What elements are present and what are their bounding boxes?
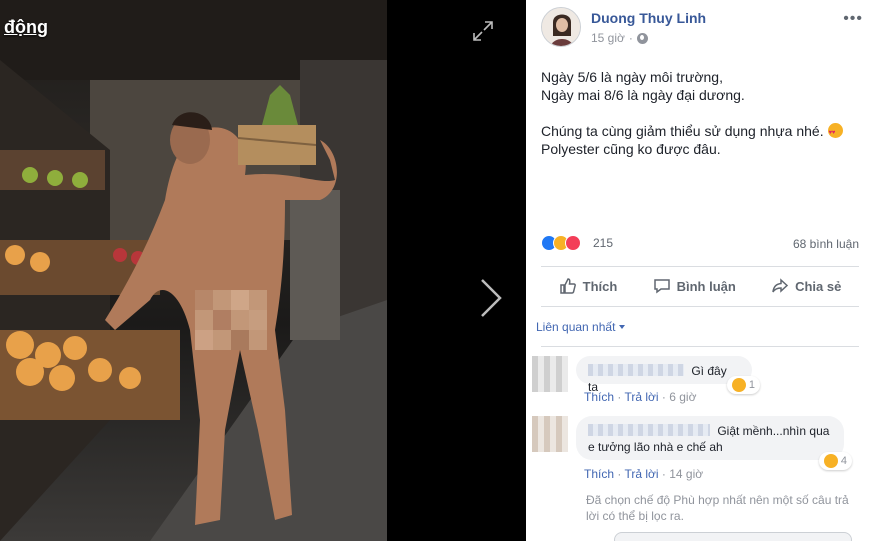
reaction-count[interactable]: 215 [593, 236, 613, 250]
post-actions: Thích Bình luận Chia sẻ [541, 268, 859, 304]
commenter-avatar[interactable] [532, 416, 568, 452]
post-meta: 15 giờ · [591, 31, 648, 45]
post-line: Polyester cũng ko được đâu. [541, 141, 721, 157]
post-time[interactable]: 15 giờ [591, 31, 625, 45]
comment-button[interactable]: Bình luận [653, 277, 736, 295]
chevron-right-icon[interactable] [478, 276, 504, 320]
post-line: Ngày mai 8/6 là ngày đại dương. [541, 87, 745, 103]
comment-sort-dropdown[interactable]: Liên quan nhất [536, 320, 626, 334]
expand-icon[interactable] [472, 20, 494, 42]
comment-links: Thích · Trả lời · 6 giờ [584, 390, 697, 404]
comment-reply-link[interactable]: Trả lời [624, 390, 658, 404]
comment-reaction-count: 4 [840, 455, 847, 467]
comment-reactions[interactable]: 4 [818, 452, 852, 470]
comment-like-link[interactable]: Thích [584, 390, 614, 404]
post-line: Ngày 5/6 là ngày môi trường, [541, 69, 723, 85]
photo-viewer: động [0, 0, 526, 541]
commenter-name-blurred[interactable] [588, 364, 684, 376]
post-line: Chúng ta cùng giảm thiểu sử dụng nhựa nh… [541, 123, 824, 139]
photo-overlay-text[interactable]: động [4, 17, 48, 38]
post-panel: Duong Thuy Linh 15 giờ · ••• Ngày 5/6 là… [526, 0, 873, 541]
commenter-avatar[interactable] [532, 356, 568, 392]
comment-bubble: Giật mềnh...nhìn qua e tưởng lão nhà e c… [576, 416, 852, 470]
share-icon [772, 278, 789, 293]
photo-illustration [0, 0, 387, 541]
author-name[interactable]: Duong Thuy Linh [591, 10, 706, 26]
author-avatar[interactable] [541, 7, 581, 47]
post-photo[interactable]: động [0, 0, 387, 541]
thumbs-up-icon [559, 278, 576, 294]
commenter-name-blurred[interactable] [588, 424, 710, 436]
comment-reactions[interactable]: 1 [726, 376, 760, 394]
reaction-icons[interactable] [541, 235, 581, 251]
comment-item: Gì đây ta 1 Thích · Trả lời · 6 giờ [532, 356, 863, 406]
haha-reaction-icon [731, 378, 746, 392]
comment-time[interactable]: 6 giờ [669, 390, 696, 404]
comment-label: Bình luận [676, 278, 736, 294]
haha-reaction-icon [823, 454, 838, 468]
comment-links: Thích · Trả lời · 14 giờ [584, 467, 704, 481]
share-label: Chia sẻ [795, 278, 842, 294]
comment-like-link[interactable]: Thích [584, 467, 614, 481]
comment-input[interactable] [614, 532, 852, 541]
divider [541, 346, 859, 347]
comment-line: Giật mềnh...nhìn qua [588, 423, 832, 439]
share-button[interactable]: Chia sẻ [771, 277, 841, 295]
comment-reply-link[interactable]: Trả lời [624, 467, 658, 481]
comment-text: Giật mềnh...nhìn qua [717, 424, 830, 438]
post-text: Ngày 5/6 là ngày môi trường, Ngày mai 8/… [541, 68, 859, 158]
like-button[interactable]: Thích [559, 277, 618, 295]
meta-separator: · [628, 31, 633, 45]
filter-note: Đã chọn chế độ Phù hợp nhất nên một số c… [586, 493, 849, 523]
divider [541, 306, 859, 307]
divider [541, 266, 859, 267]
comment-item: Giật mềnh...nhìn qua e tưởng lão nhà e c… [532, 416, 863, 486]
globe-icon[interactable] [636, 32, 648, 44]
reactions-bar: 215 68 bình luận [541, 235, 859, 253]
sort-label: Liên quan nhất [536, 320, 616, 334]
comment-time[interactable]: 14 giờ [669, 467, 703, 481]
comment-bubble: Gì đây ta 1 [576, 356, 760, 394]
comment-text: e tưởng lão nhà e chế ah [588, 440, 723, 454]
comment-count[interactable]: 68 bình luận [793, 237, 859, 251]
caret-down-icon [619, 325, 626, 329]
like-label: Thích [582, 278, 618, 294]
comment-reaction-count: 1 [748, 379, 755, 391]
post-line-with-emoji: Chúng ta cùng giảm thiểu sử dụng nhựa nh… [541, 122, 859, 142]
post-header: Duong Thuy Linh 15 giờ · ••• [541, 7, 863, 49]
love-reaction-icon [565, 235, 581, 251]
heart-eyes-emoji-icon [827, 123, 843, 142]
more-icon[interactable]: ••• [843, 10, 863, 28]
comment-icon [653, 279, 670, 294]
avatar-picture [542, 8, 580, 46]
